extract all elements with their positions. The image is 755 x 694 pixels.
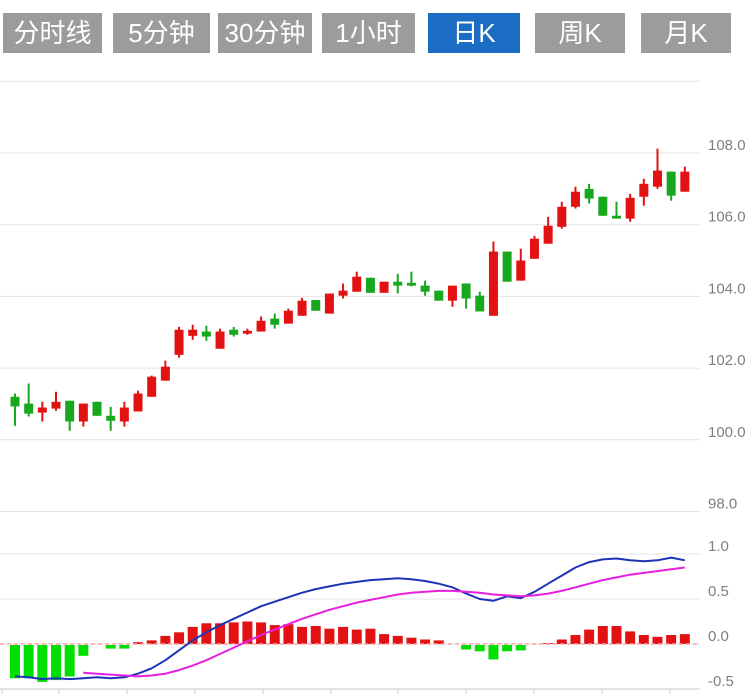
macd-bar-up — [365, 629, 375, 644]
y-axis-label: 0.5 — [708, 583, 729, 600]
macd-bar-up — [311, 626, 321, 644]
macd-bar-down — [475, 645, 485, 651]
candle-up — [339, 291, 348, 296]
macd-bar-up — [406, 638, 416, 644]
macd-bar-up — [598, 626, 608, 644]
y-axis-label: 104.0 — [708, 280, 746, 297]
candle-down — [598, 197, 607, 216]
candle-down — [503, 252, 512, 282]
macd-bar-up — [174, 632, 184, 644]
candle-down — [24, 404, 33, 414]
macd-bar-down — [106, 645, 116, 649]
candle-down — [270, 319, 279, 325]
macd-bar-up — [297, 627, 307, 644]
y-axis-label: 0.0 — [708, 628, 729, 645]
y-axis-label: 106.0 — [708, 209, 746, 226]
y-axis-label: 100.0 — [708, 424, 746, 441]
candle-up — [352, 277, 361, 292]
macd-bar-up — [283, 624, 293, 644]
candle-down — [612, 216, 621, 219]
candle-up — [448, 286, 457, 301]
macd-bar-up — [625, 631, 635, 644]
macd-bar-up — [379, 634, 389, 644]
macd-bar-up — [584, 630, 594, 644]
macd-bar-up — [160, 636, 170, 644]
candle-up — [325, 294, 334, 314]
candle-up — [38, 408, 47, 413]
y-axis-label: 108.0 — [708, 137, 746, 154]
macd-bar-down — [10, 645, 20, 678]
candle-up — [161, 367, 170, 381]
candle-up — [530, 239, 539, 259]
candle-up — [120, 408, 129, 422]
macd-bar-up — [680, 634, 690, 644]
candle-up — [284, 311, 293, 324]
macd-bar-down — [516, 645, 526, 650]
candle-up — [571, 192, 580, 207]
candle-up — [639, 184, 648, 197]
candle-up — [243, 331, 252, 334]
candle-down — [202, 332, 211, 337]
macd-bar-down — [502, 645, 512, 651]
candle-down — [229, 330, 238, 335]
y-axis-label: 98.0 — [708, 496, 737, 513]
macd-bar-down — [65, 645, 75, 677]
candle-down — [366, 278, 375, 293]
macd-bar-down — [24, 645, 34, 678]
kline-chart-canvas: 108.0 106.0 104.0 102.0 100.0 98.0 1.0 0.5 0.0 -0… — [0, 0, 755, 694]
candle-up — [653, 171, 662, 187]
candle-down — [407, 283, 416, 286]
candle-down — [106, 416, 115, 421]
candle-down — [93, 402, 102, 416]
dea-line — [83, 568, 685, 677]
macd-bar-down — [78, 645, 88, 656]
candle-up — [216, 332, 225, 349]
candle-down — [311, 300, 320, 311]
candle-up — [175, 330, 184, 355]
dif-line — [15, 558, 685, 680]
candle-down — [421, 286, 430, 292]
macd-bar-up — [666, 635, 676, 644]
y-axis-label: 102.0 — [708, 352, 746, 369]
candle-up — [516, 261, 525, 281]
macd-bar-up — [611, 626, 621, 644]
candle-up — [489, 252, 498, 316]
macd-bar-down — [37, 645, 47, 682]
macd-bar-up — [639, 635, 649, 644]
candle-up — [298, 301, 307, 316]
y-axis-label: -0.5 — [708, 673, 734, 690]
candle-up — [380, 282, 389, 293]
macd-bar-up — [324, 629, 334, 644]
candle-down — [393, 282, 402, 286]
candle-down — [462, 283, 471, 298]
macd-bar-up — [570, 635, 580, 644]
macd-bar-down — [119, 645, 129, 649]
candle-up — [134, 394, 143, 412]
candle-up — [626, 198, 635, 219]
candle-up — [52, 402, 61, 409]
candle-down — [475, 296, 484, 312]
macd-bar-down — [488, 645, 498, 659]
candle-down — [434, 291, 443, 301]
macd-bar-down — [51, 645, 61, 680]
macd-bar-up — [229, 622, 239, 644]
candle-up — [257, 321, 266, 332]
candle-up — [557, 207, 566, 227]
candle-down — [65, 401, 74, 422]
candle-down — [585, 189, 594, 199]
macd-bar-up — [393, 636, 403, 644]
candle-down — [667, 172, 676, 196]
candle-up — [147, 377, 156, 397]
candle-up — [544, 226, 553, 244]
y-axis-label: 1.0 — [708, 538, 729, 555]
macd-bar-up — [338, 627, 348, 644]
macd-bar-down — [461, 645, 471, 650]
candle-up — [188, 330, 197, 336]
macd-bar-up — [352, 630, 362, 644]
kline-app: 分时线 5分钟 30分钟 1小时 日K 周K 月K 108.0106.0104.… — [0, 0, 755, 694]
candle-up — [79, 404, 88, 422]
candle-down — [11, 397, 20, 407]
macd-bar-up — [652, 637, 662, 644]
candle-up — [680, 172, 689, 192]
